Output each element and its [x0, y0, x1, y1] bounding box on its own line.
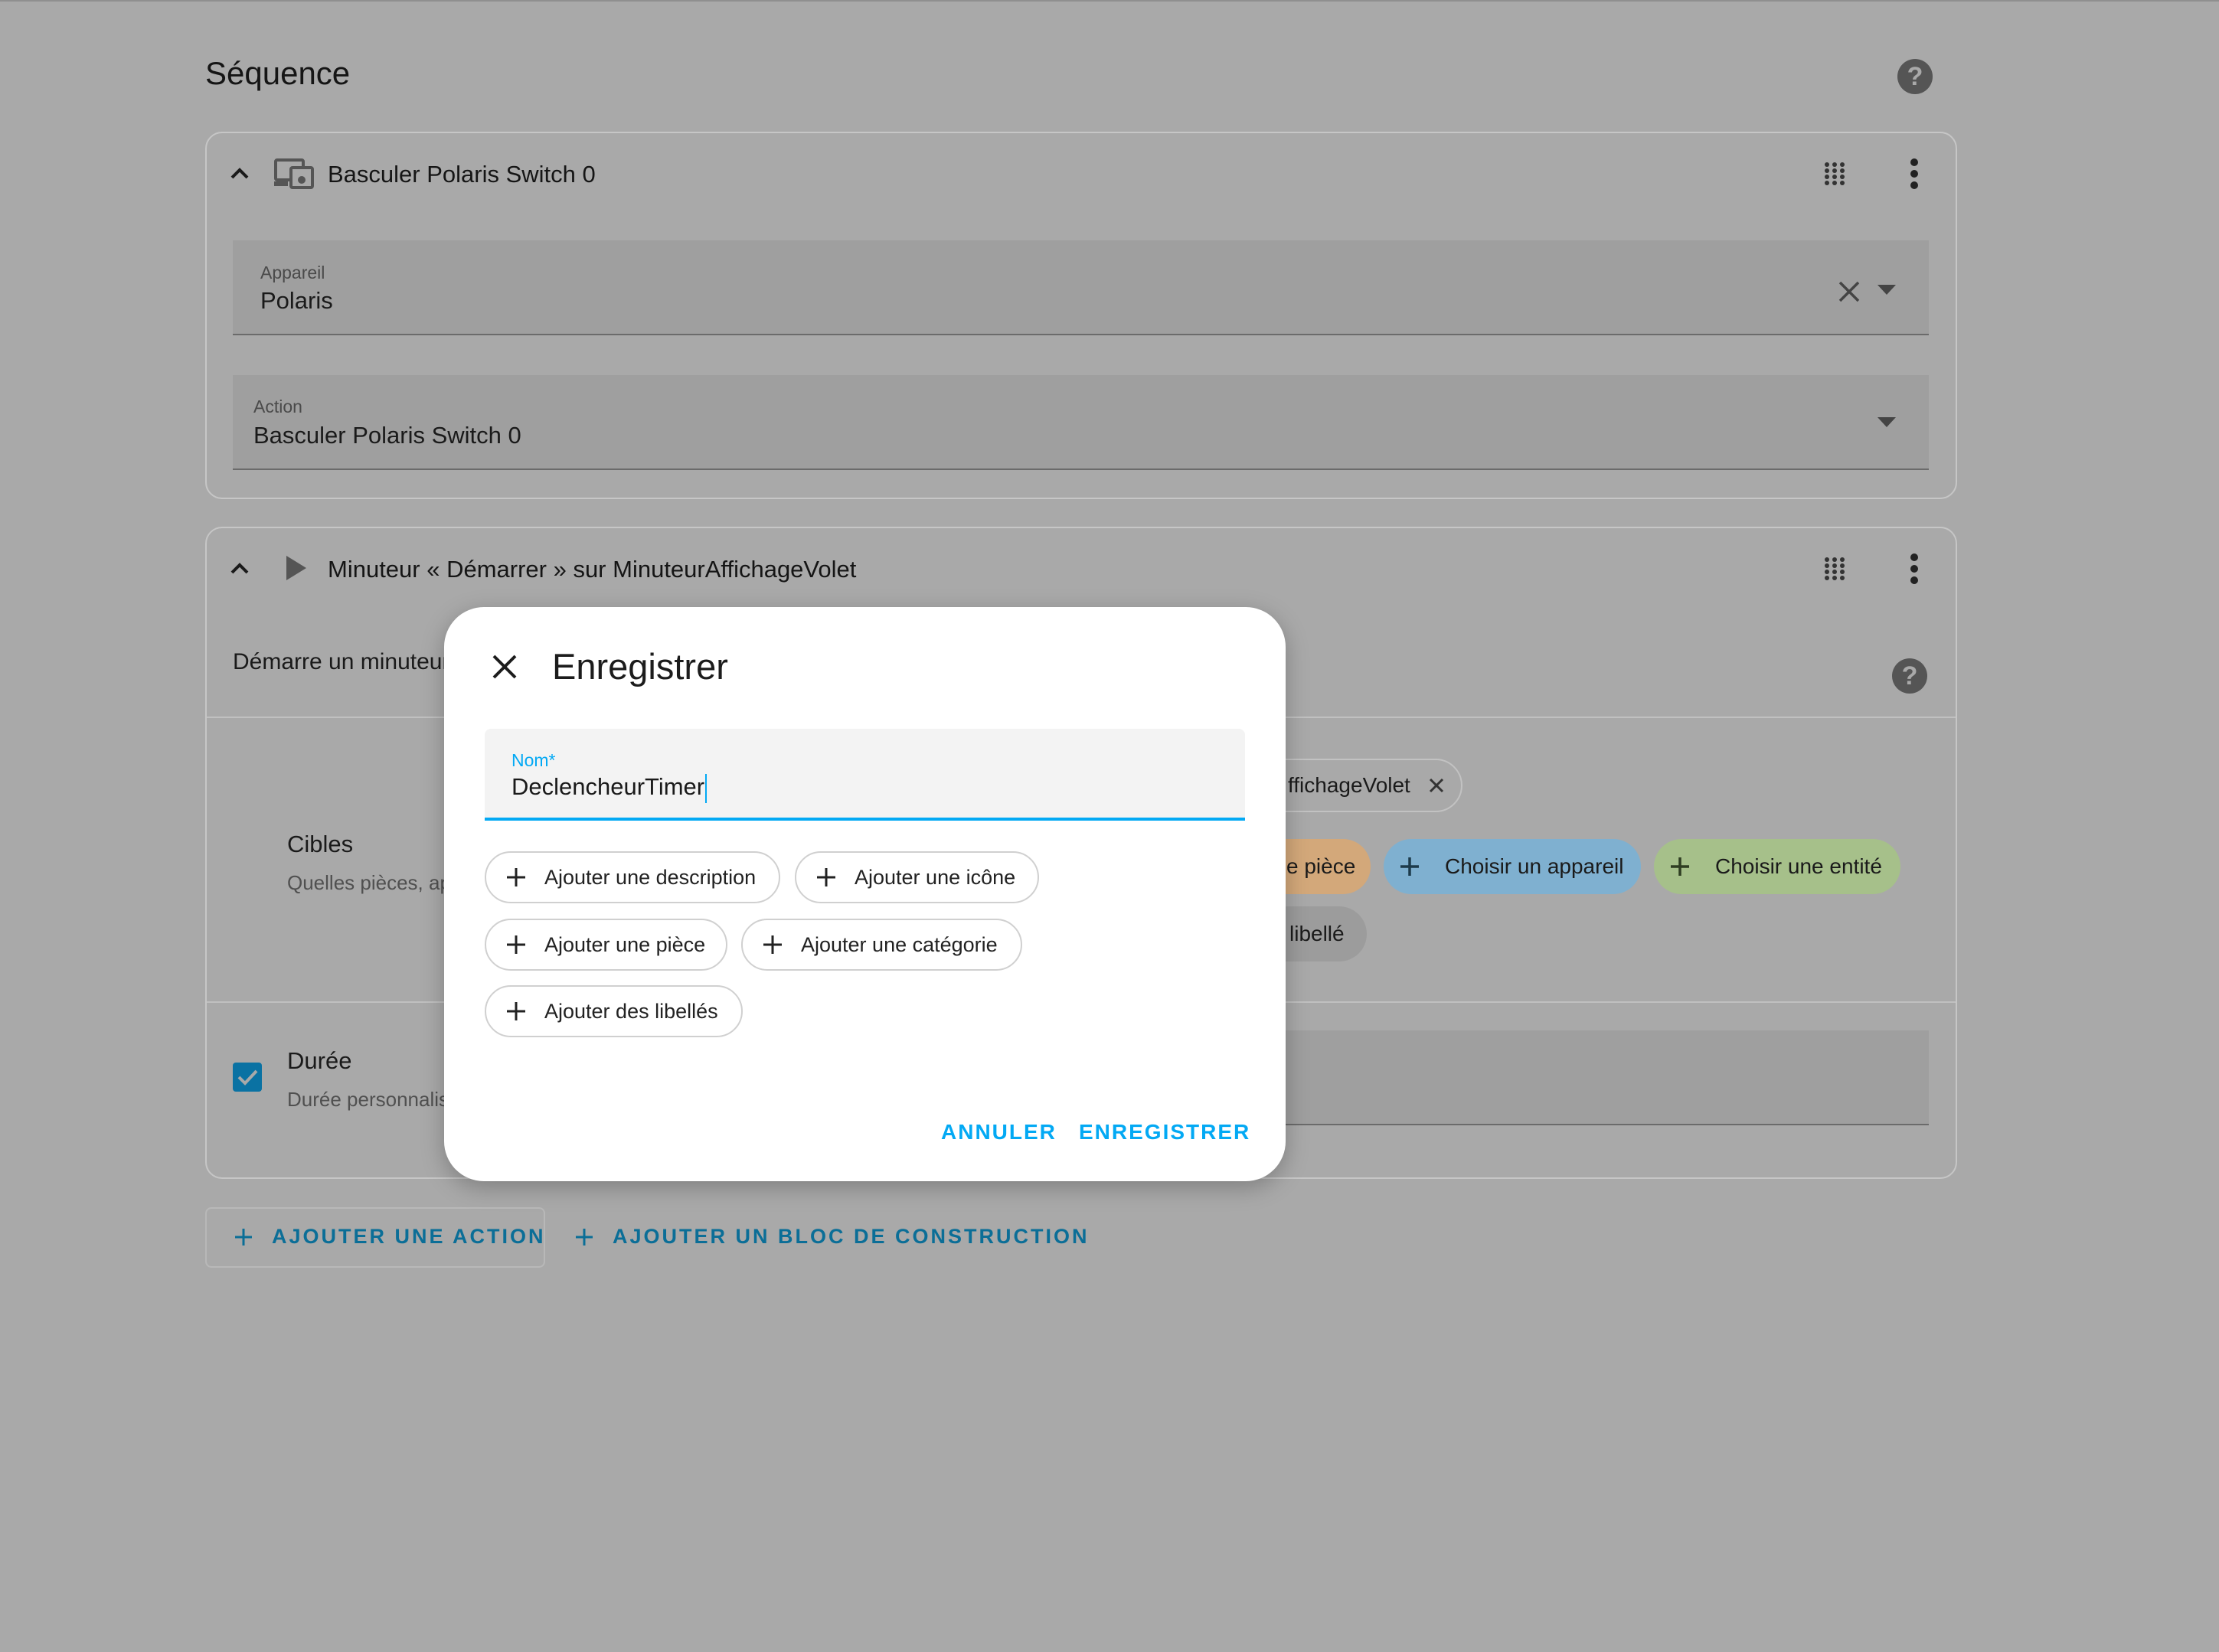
plus-icon: [1400, 857, 1419, 876]
help-icon[interactable]: ?: [1897, 59, 1933, 94]
check-icon: [237, 1069, 258, 1086]
text-cursor: [705, 774, 707, 803]
add-icon-label: Ajouter une icône: [855, 865, 1016, 889]
target-chip-label: ffichageVolet: [1288, 773, 1410, 797]
target-chip-selected[interactable]: ffichageVolet: [1256, 759, 1462, 812]
chevron-up-icon[interactable]: [230, 559, 250, 579]
more-menu-icon[interactable]: [1910, 553, 1918, 584]
action-title: Basculer Polaris Switch 0: [328, 161, 596, 188]
add-labels-label: Ajouter des libellés: [544, 999, 718, 1023]
add-icon-button[interactable]: Ajouter une icône: [795, 851, 1039, 903]
device-field-value: Polaris: [260, 287, 333, 314]
plus-icon: [763, 935, 782, 954]
duration-sublabel: Durée personnalis: [287, 1088, 449, 1111]
devices-icon: [274, 158, 314, 189]
add-description-button[interactable]: Ajouter une description: [485, 851, 780, 903]
plus-icon: [507, 935, 525, 954]
help-icon[interactable]: ?: [1892, 658, 1927, 694]
close-icon[interactable]: [492, 654, 518, 680]
dropdown-arrow-icon[interactable]: [1877, 285, 1896, 295]
targets-sublabel: Quelles pièces, ap: [287, 871, 451, 894]
action-description: Démarre un minuteur: [233, 649, 450, 674]
action-field-label: Action: [253, 397, 302, 416]
chevron-up-icon[interactable]: [230, 164, 250, 184]
save-button[interactable]: ENREGISTRER: [1079, 1120, 1250, 1144]
remove-icon[interactable]: [1429, 778, 1444, 793]
choose-area-label: e pièce: [1286, 854, 1356, 878]
device-select[interactable]: [233, 240, 1929, 335]
name-field-value: DeclencheurTimer: [511, 773, 705, 800]
more-menu-icon[interactable]: [1910, 158, 1918, 189]
dialog-title: Enregistrer: [552, 646, 728, 687]
name-field-label: Nom*: [511, 750, 556, 770]
drag-handle-icon[interactable]: [1824, 162, 1845, 186]
play-icon: [286, 556, 306, 580]
add-room-label: Ajouter une pièce: [544, 932, 706, 956]
duration-label: Durée: [287, 1047, 352, 1074]
duration-checkbox[interactable]: [233, 1063, 262, 1092]
add-action-label: AJOUTER UNE ACTION: [272, 1225, 546, 1248]
plus-icon: [576, 1229, 593, 1246]
add-labels-button[interactable]: Ajouter des libellés: [485, 985, 743, 1037]
add-description-label: Ajouter une description: [544, 865, 757, 889]
plus-icon: [1671, 857, 1689, 876]
drag-handle-icon[interactable]: [1824, 557, 1845, 581]
add-category-label: Ajouter une catégorie: [801, 932, 998, 956]
top-divider: [0, 0, 2219, 2]
add-building-block-button[interactable]: AJOUTER UN BLOC DE CONSTRUCTION: [613, 1225, 1090, 1249]
section-title: Séquence: [205, 55, 351, 91]
choose-entity-chip[interactable]: Choisir une entité: [1654, 839, 1900, 894]
add-room-button[interactable]: Ajouter une pièce: [485, 919, 727, 971]
add-category-button[interactable]: Ajouter une catégorie: [741, 919, 1022, 971]
plus-icon: [507, 868, 525, 886]
choose-device-label: Choisir un appareil: [1445, 854, 1624, 878]
targets-label: Cibles: [287, 831, 354, 857]
device-field-label: Appareil: [260, 263, 325, 282]
dropdown-arrow-icon[interactable]: [1877, 417, 1896, 428]
choose-device-chip[interactable]: Choisir un appareil: [1384, 839, 1641, 894]
clear-icon[interactable]: [1838, 280, 1861, 303]
choose-entity-label: Choisir une entité: [1715, 854, 1882, 878]
choose-label-label: libellé: [1289, 922, 1345, 945]
cancel-button[interactable]: ANNULER: [941, 1120, 1057, 1144]
plus-icon: [817, 868, 835, 886]
action-field-value: Basculer Polaris Switch 0: [253, 422, 521, 449]
duration-input[interactable]: [1256, 1030, 1929, 1125]
plus-icon: [235, 1229, 252, 1246]
action-title: Minuteur « Démarrer » sur MinuteurAffich…: [328, 556, 857, 583]
plus-icon: [507, 1002, 525, 1020]
